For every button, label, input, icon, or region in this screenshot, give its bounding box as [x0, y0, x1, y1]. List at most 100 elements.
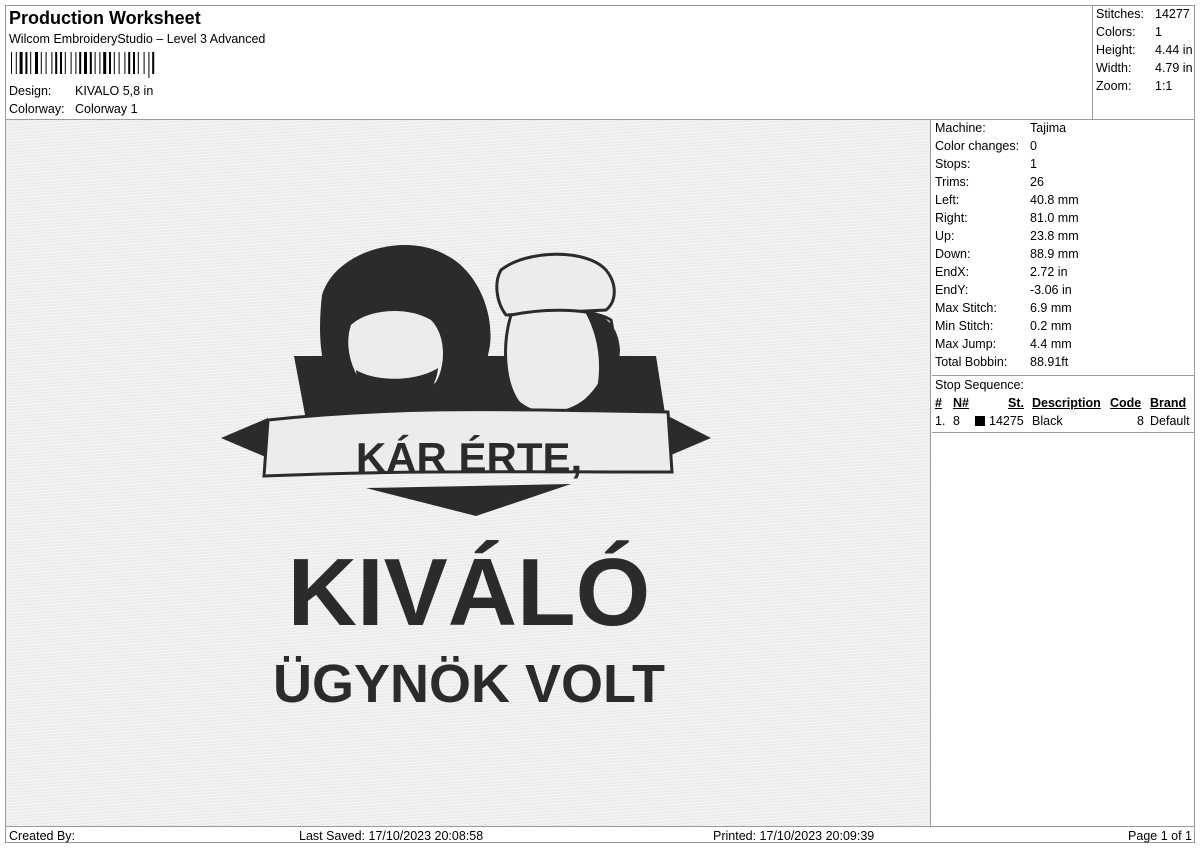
info-value: 4.4 mm	[1030, 337, 1072, 351]
barcode-bar	[55, 52, 58, 74]
stat-label: Height:	[1096, 43, 1136, 57]
barcode-bar	[124, 52, 126, 74]
table-divider	[932, 432, 1195, 433]
design-label: Design:	[9, 84, 52, 98]
machine-info-row: Left: 40.8 mm	[935, 193, 1079, 207]
machine-panel: Machine: Tajima Color changes: 0 Stops: 1 Trim…	[932, 120, 1195, 826]
colorway-row: Colorway: Colorway 1	[9, 102, 138, 116]
design-text-line2: ÜGYNÖK VOLT	[273, 654, 665, 714]
machine-info-row: Machine: Tajima	[935, 121, 1066, 135]
barcode-bar	[99, 52, 101, 74]
barcode-bar	[103, 52, 107, 74]
stat-label: Colors:	[1096, 25, 1136, 39]
machine-info-row: Min Stitch: 0.2 mm	[935, 319, 1072, 333]
stats-box: Stitches: 14277 Colors: 1 Height: 4.44 in W…	[1092, 6, 1195, 119]
machine-info-row: Down: 88.9 mm	[935, 247, 1079, 261]
info-label: Right:	[935, 211, 968, 225]
info-value: 23.8 mm	[1030, 229, 1079, 243]
machine-info-row: EndX: 2.72 in	[935, 265, 1068, 279]
banner-text: KÁR ÉRTE,	[356, 434, 582, 481]
stat-value: 1	[1155, 25, 1162, 39]
table-row[interactable]: 1. 8 14275 Black 8 Default	[932, 414, 1195, 430]
stat-value: 14277	[1155, 7, 1190, 21]
barcode-bar	[45, 52, 47, 74]
stat-label: Zoom:	[1096, 79, 1132, 93]
col-n: N#	[953, 396, 969, 410]
colorway-value: Colorway 1	[75, 102, 138, 116]
panel-divider	[932, 375, 1195, 376]
barcode-bar	[89, 52, 92, 74]
worksheet-title: Production Worksheet	[9, 8, 201, 28]
stat-width: Width: 4.79 in	[1096, 61, 1194, 75]
row-description: Black	[1032, 414, 1063, 428]
barcode-bar	[143, 52, 145, 74]
barcode-bar	[148, 52, 150, 78]
barcode-bar	[84, 52, 87, 74]
info-value: 40.8 mm	[1030, 193, 1079, 207]
info-value: 88.91ft	[1030, 355, 1069, 369]
info-label: Up:	[935, 229, 955, 243]
design-value: KIVALO 5,8 in	[75, 84, 154, 98]
col-brand: Brand	[1150, 396, 1187, 410]
barcode-bar	[11, 52, 12, 74]
info-label: Total Bobbin:	[935, 355, 1008, 369]
banner-left-tail	[221, 418, 268, 458]
design-text-line1: KIVÁLÓ	[288, 539, 651, 646]
barcode-bar	[152, 52, 155, 74]
stat-zoom: Zoom: 1:1	[1096, 79, 1194, 93]
barcode-bar	[94, 52, 96, 74]
barcode-bar	[40, 52, 42, 74]
info-value: -3.06 in	[1030, 283, 1072, 297]
row-brand: Default	[1150, 414, 1190, 428]
info-label: Max Stitch:	[935, 301, 997, 315]
machine-info-row: Total Bobbin: 88.91ft	[935, 355, 1068, 369]
stat-stitches: Stitches: 14277	[1096, 7, 1194, 21]
info-value: 81.0 mm	[1030, 211, 1079, 225]
info-value: 88.9 mm	[1030, 247, 1079, 261]
stat-value: 1:1	[1155, 79, 1173, 93]
barcode-bar	[79, 52, 82, 74]
worksheet-footer: Created By: Last Saved: 17/10/2023 20:08…	[6, 826, 1195, 843]
col-code: Code	[1110, 396, 1142, 410]
stop-table-header: # N# St. Description Code Brand	[932, 396, 1195, 412]
info-label: Down:	[935, 247, 971, 261]
machine-info-row: EndY: -3.06 in	[935, 283, 1072, 297]
info-value: 2.72 in	[1030, 265, 1068, 279]
barcode-bar	[118, 52, 120, 74]
machine-info-row: Color changes: 0	[935, 139, 1037, 153]
barcode-bar	[64, 52, 66, 74]
row-code: 8	[1137, 414, 1144, 428]
design-row: Design: KIVALO 5,8 in	[9, 84, 153, 98]
right-cap	[495, 252, 616, 317]
worksheet-header: Production Worksheet Wilcom EmbroiderySt…	[6, 6, 1094, 119]
design-artwork: KÁR ÉRTE, KIVÁLÓ ÜGYNÖK VOLT	[221, 244, 711, 714]
barcode-bar	[133, 52, 135, 74]
colorway-label: Colorway:	[9, 102, 65, 116]
software-name: Wilcom EmbroideryStudio – Level 3 Advanc…	[9, 32, 266, 46]
design-preview[interactable]: KÁR ÉRTE, KIVÁLÓ ÜGYNÖK VOLT	[6, 120, 931, 826]
stop-sequence-title: Stop Sequence:	[935, 378, 1024, 392]
printed-date: Printed: 17/10/2023 20:09:39	[713, 829, 875, 843]
machine-info-row: Up: 23.8 mm	[935, 229, 1079, 243]
info-label: Stops:	[935, 157, 971, 171]
barcode-bar	[109, 52, 111, 74]
info-label: Color changes:	[935, 139, 1020, 153]
stat-colors: Colors: 1	[1096, 25, 1194, 39]
col-stitches: St.	[1008, 396, 1024, 410]
stat-value: 4.44 in	[1155, 43, 1193, 57]
barcode-bar	[113, 52, 115, 74]
barcode-bar	[15, 52, 17, 74]
machine-info-row: Max Jump: 4.4 mm	[935, 337, 1072, 351]
row-n: 8	[953, 414, 960, 428]
info-value: 26	[1030, 175, 1044, 189]
info-value: 1	[1030, 157, 1037, 171]
barcode-bar	[25, 52, 28, 74]
row-index: 1.	[935, 414, 946, 428]
barcode-bar	[75, 52, 77, 74]
stat-height: Height: 4.44 in	[1096, 43, 1194, 57]
worksheet-frame: Production Worksheet Wilcom EmbroiderySt…	[5, 5, 1195, 843]
created-by: Created By:	[9, 829, 76, 843]
stat-value: 4.79 in	[1155, 61, 1193, 75]
barcode-bar	[60, 52, 62, 74]
row-stitches: 14275	[989, 414, 1024, 428]
